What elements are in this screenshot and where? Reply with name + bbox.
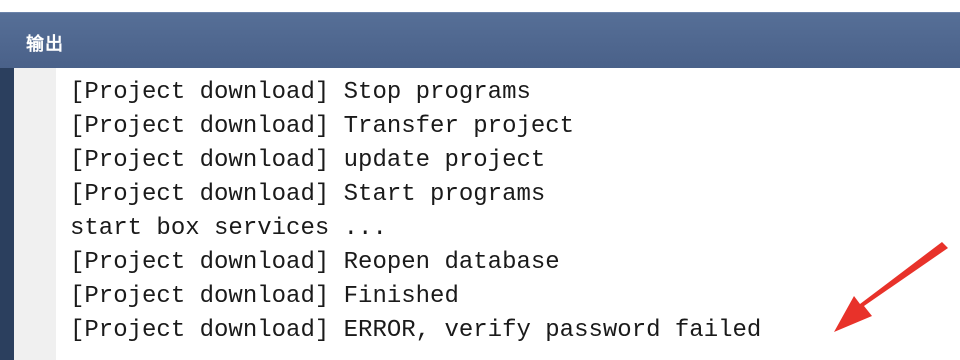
red-arrow-icon: [834, 242, 948, 332]
output-line: [Project download] update project: [70, 147, 546, 174]
output-gutter: [14, 68, 56, 360]
output-window: 输出 [Project download] Stop programs [Pro…: [0, 0, 960, 360]
output-line: [Project download] Start programs: [70, 181, 546, 208]
output-lines: [Project download] Stop programs [Projec…: [70, 76, 761, 348]
output-line-error: [Project download] ERROR, verify passwor…: [70, 317, 762, 344]
output-line: start box services ...: [70, 215, 387, 242]
output-line: [Project download] Stop programs: [70, 79, 531, 106]
output-line: [Project download] Finished: [70, 283, 459, 310]
left-frame: [0, 68, 14, 360]
top-edge: [0, 0, 960, 12]
output-line: [Project download] Transfer project: [70, 113, 575, 140]
output-line: [Project download] Reopen database: [70, 249, 560, 276]
panel-title: 输出: [26, 34, 64, 55]
panel-title-bar[interactable]: 输出: [0, 12, 960, 68]
